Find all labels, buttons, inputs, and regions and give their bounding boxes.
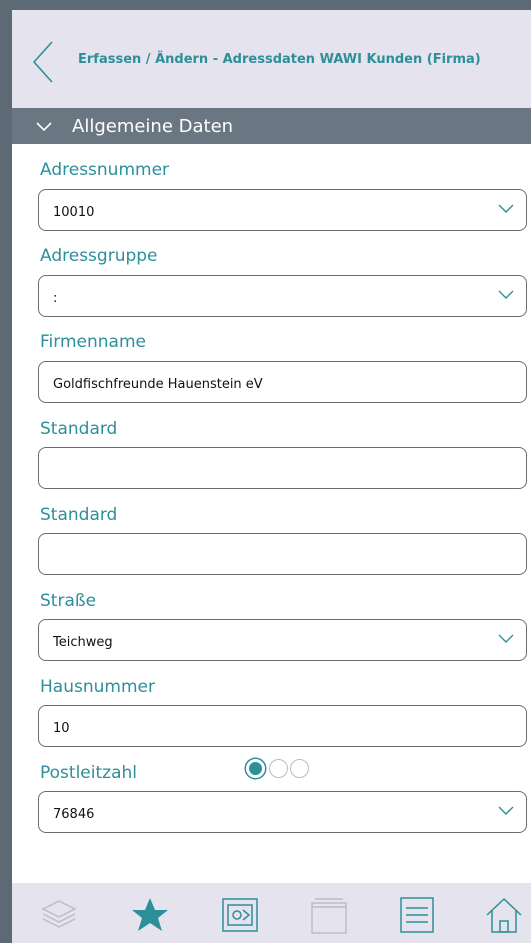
field-label-strasse: Straße <box>40 591 97 611</box>
field-value: : <box>53 291 58 306</box>
chevron-down-icon <box>498 204 514 213</box>
field-value: Goldfischfreunde Hauenstein eV <box>53 377 263 392</box>
back-chevron-icon[interactable] <box>32 40 54 84</box>
field-value: 10 <box>53 721 70 736</box>
chevron-down-icon <box>498 634 514 643</box>
section-title: Allgemeine Daten <box>72 116 234 137</box>
standard-input-1[interactable] <box>38 447 527 489</box>
chevron-down-icon <box>498 290 514 299</box>
chevron-down-icon <box>36 118 52 132</box>
device-frame-top <box>0 0 531 10</box>
list-icon[interactable] <box>397 895 437 935</box>
home-icon[interactable] <box>484 895 524 935</box>
field-label-firmenname: Firmenname <box>40 332 146 352</box>
firmenname-input[interactable]: Goldfischfreunde Hauenstein eV <box>38 361 527 403</box>
strasse-select[interactable]: Teichweg <box>38 619 527 661</box>
field-value: Teichweg <box>53 635 113 650</box>
page-indicator <box>0 755 531 783</box>
section-header-allgemeine-daten[interactable]: Allgemeine Daten <box>12 108 531 144</box>
layers-icon[interactable] <box>39 895 79 935</box>
adressnummer-select[interactable]: 10010 <box>38 189 527 231</box>
adressgruppe-select[interactable]: : <box>38 275 527 317</box>
window-icon[interactable] <box>309 895 349 935</box>
page-dot-3[interactable] <box>290 759 309 778</box>
page-title: Erfassen / Ändern - Adressdaten WAWI Kun… <box>78 52 481 67</box>
header-bar: Erfassen / Ändern - Adressdaten WAWI Kun… <box>12 10 531 108</box>
postleitzahl-select[interactable]: 76846 <box>38 791 527 833</box>
settings-screen-icon[interactable] <box>220 895 260 935</box>
bottom-tab-bar <box>12 883 531 943</box>
field-value: 10010 <box>53 205 95 220</box>
chevron-down-icon <box>498 806 514 815</box>
hausnummer-input[interactable]: 10 <box>38 705 527 747</box>
field-label-standard-2: Standard <box>40 505 118 525</box>
device-frame-left <box>0 0 12 943</box>
field-label-standard-1: Standard <box>40 419 118 439</box>
form-content: Adressnummer 10010 Adressgruppe : Firmen… <box>12 144 531 833</box>
page-dot-2[interactable] <box>269 759 288 778</box>
field-label-adressnummer: Adressnummer <box>40 160 170 180</box>
page-dot-1[interactable] <box>246 759 265 778</box>
field-label-adressgruppe: Adressgruppe <box>40 246 158 266</box>
star-icon[interactable] <box>130 895 170 935</box>
field-value: 76846 <box>53 807 95 822</box>
standard-input-2[interactable] <box>38 533 527 575</box>
field-label-hausnummer: Hausnummer <box>40 677 155 697</box>
